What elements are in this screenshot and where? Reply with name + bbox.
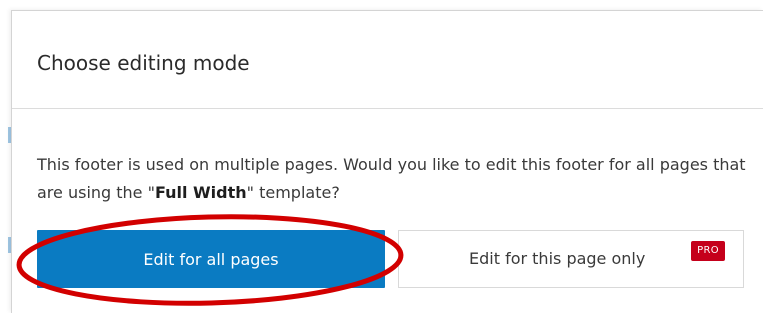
edit-for-all-pages-button[interactable]: Edit for all pages xyxy=(37,230,385,288)
dialog-title: Choose editing mode xyxy=(37,51,250,75)
message-prefix: This footer is used on multiple pages. W… xyxy=(37,155,746,202)
pro-badge: PRO xyxy=(691,241,725,261)
dialog-message: This footer is used on multiple pages. W… xyxy=(37,151,747,207)
edit-for-this-page-button[interactable]: Edit for this page only PRO xyxy=(398,230,744,288)
edit-this-page-label: Edit for this page only xyxy=(469,249,646,268)
dialog-header: Choose editing mode xyxy=(12,11,763,109)
template-name: Full Width xyxy=(154,183,247,202)
editing-mode-dialog: Choose editing mode This footer is used … xyxy=(11,10,763,313)
message-suffix: " template? xyxy=(246,183,340,202)
